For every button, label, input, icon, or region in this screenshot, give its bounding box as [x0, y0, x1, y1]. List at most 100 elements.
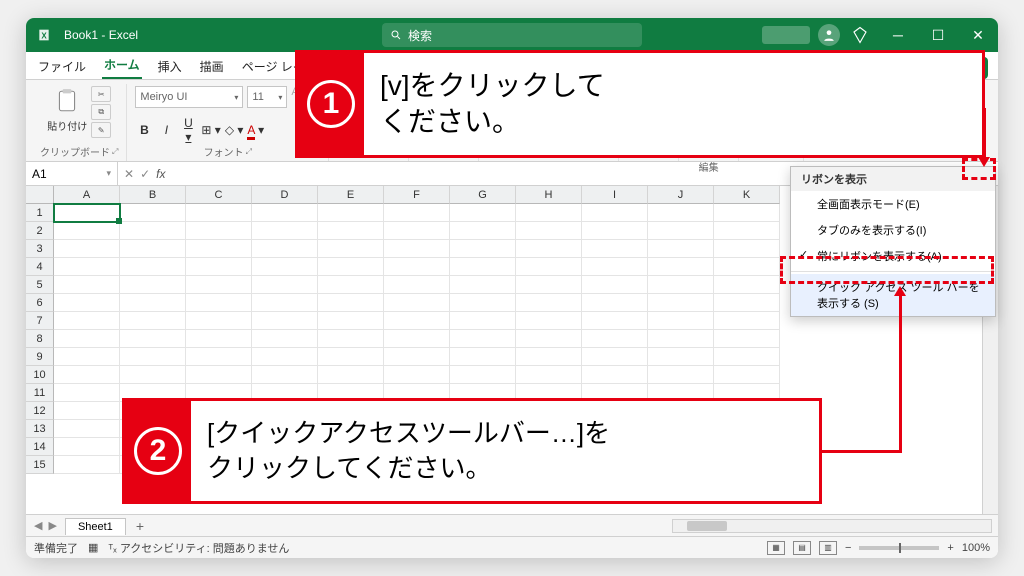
- row-header-2[interactable]: 2: [26, 222, 54, 240]
- name-box[interactable]: A1▾: [26, 162, 118, 185]
- cell-F7[interactable]: [384, 312, 450, 330]
- cell-H7[interactable]: [516, 312, 582, 330]
- enter-formula-icon[interactable]: ✓: [140, 167, 150, 181]
- sheet-nav-next[interactable]: ▶: [48, 519, 56, 532]
- cell-F6[interactable]: [384, 294, 450, 312]
- cell-I2[interactable]: [582, 222, 648, 240]
- cell-K7[interactable]: [714, 312, 780, 330]
- cell-I1[interactable]: [582, 204, 648, 222]
- cell-G2[interactable]: [450, 222, 516, 240]
- cell-D9[interactable]: [252, 348, 318, 366]
- cell-K10[interactable]: [714, 366, 780, 384]
- cell-J3[interactable]: [648, 240, 714, 258]
- cell-J1[interactable]: [648, 204, 714, 222]
- cell-A6[interactable]: [54, 294, 120, 312]
- row-header-11[interactable]: 11: [26, 384, 54, 402]
- cell-D2[interactable]: [252, 222, 318, 240]
- cell-D4[interactable]: [252, 258, 318, 276]
- cell-H1[interactable]: [516, 204, 582, 222]
- cell-G1[interactable]: [450, 204, 516, 222]
- close-button[interactable]: ✕: [958, 18, 998, 52]
- cell-F1[interactable]: [384, 204, 450, 222]
- col-header-J[interactable]: J: [648, 186, 714, 204]
- cell-G6[interactable]: [450, 294, 516, 312]
- cell-K4[interactable]: [714, 258, 780, 276]
- row-header-6[interactable]: 6: [26, 294, 54, 312]
- fx-icon[interactable]: fx: [156, 167, 165, 181]
- cell-C10[interactable]: [186, 366, 252, 384]
- cell-D10[interactable]: [252, 366, 318, 384]
- row-header-12[interactable]: 12: [26, 402, 54, 420]
- border-button[interactable]: ⊞ ▾: [201, 123, 220, 137]
- row-header-14[interactable]: 14: [26, 438, 54, 456]
- cell-E10[interactable]: [318, 366, 384, 384]
- cell-I8[interactable]: [582, 330, 648, 348]
- premium-icon[interactable]: [846, 21, 874, 49]
- cell-G5[interactable]: [450, 276, 516, 294]
- cell-D6[interactable]: [252, 294, 318, 312]
- cell-G10[interactable]: [450, 366, 516, 384]
- cell-E2[interactable]: [318, 222, 384, 240]
- zoom-out-button[interactable]: −: [845, 542, 851, 554]
- cell-J5[interactable]: [648, 276, 714, 294]
- cell-B4[interactable]: [120, 258, 186, 276]
- cell-B6[interactable]: [120, 294, 186, 312]
- format-painter-button[interactable]: ✎: [91, 122, 111, 138]
- status-macro-icon[interactable]: ▦: [88, 541, 98, 554]
- cell-A12[interactable]: [54, 402, 120, 420]
- cell-A10[interactable]: [54, 366, 120, 384]
- cell-A4[interactable]: [54, 258, 120, 276]
- col-header-K[interactable]: K: [714, 186, 780, 204]
- cell-H8[interactable]: [516, 330, 582, 348]
- cell-B10[interactable]: [120, 366, 186, 384]
- cell-J7[interactable]: [648, 312, 714, 330]
- cell-G3[interactable]: [450, 240, 516, 258]
- cell-H3[interactable]: [516, 240, 582, 258]
- view-page-layout-button[interactable]: ▤: [793, 541, 811, 555]
- italic-button[interactable]: I: [157, 123, 175, 137]
- row-header-7[interactable]: 7: [26, 312, 54, 330]
- col-header-F[interactable]: F: [384, 186, 450, 204]
- cell-A5[interactable]: [54, 276, 120, 294]
- cell-K1[interactable]: [714, 204, 780, 222]
- cell-B8[interactable]: [120, 330, 186, 348]
- cell-E6[interactable]: [318, 294, 384, 312]
- cell-H5[interactable]: [516, 276, 582, 294]
- cell-A14[interactable]: [54, 438, 120, 456]
- cell-F8[interactable]: [384, 330, 450, 348]
- cell-B3[interactable]: [120, 240, 186, 258]
- cell-E4[interactable]: [318, 258, 384, 276]
- cell-D5[interactable]: [252, 276, 318, 294]
- cell-I3[interactable]: [582, 240, 648, 258]
- cell-K3[interactable]: [714, 240, 780, 258]
- cell-C7[interactable]: [186, 312, 252, 330]
- cell-D8[interactable]: [252, 330, 318, 348]
- cell-I6[interactable]: [582, 294, 648, 312]
- cell-C4[interactable]: [186, 258, 252, 276]
- cell-E7[interactable]: [318, 312, 384, 330]
- cell-J10[interactable]: [648, 366, 714, 384]
- cell-F10[interactable]: [384, 366, 450, 384]
- copy-button[interactable]: ⧉: [91, 104, 111, 120]
- tab-draw[interactable]: 描画: [198, 54, 226, 79]
- cell-D7[interactable]: [252, 312, 318, 330]
- cell-J8[interactable]: [648, 330, 714, 348]
- search-box[interactable]: 検索: [382, 23, 642, 47]
- cell-J4[interactable]: [648, 258, 714, 276]
- user-avatar[interactable]: [818, 24, 840, 46]
- menu-tabs-only[interactable]: タブのみを表示する(I): [791, 217, 995, 243]
- cell-A15[interactable]: [54, 456, 120, 474]
- cell-I7[interactable]: [582, 312, 648, 330]
- view-page-break-button[interactable]: ▥: [819, 541, 837, 555]
- cell-F9[interactable]: [384, 348, 450, 366]
- cell-I10[interactable]: [582, 366, 648, 384]
- cell-C1[interactable]: [186, 204, 252, 222]
- font-size-select[interactable]: 11▾: [247, 86, 287, 108]
- cell-I5[interactable]: [582, 276, 648, 294]
- cancel-formula-icon[interactable]: ✕: [124, 167, 134, 181]
- cell-C5[interactable]: [186, 276, 252, 294]
- cell-G9[interactable]: [450, 348, 516, 366]
- cell-C2[interactable]: [186, 222, 252, 240]
- cell-K5[interactable]: [714, 276, 780, 294]
- view-normal-button[interactable]: ▦: [767, 541, 785, 555]
